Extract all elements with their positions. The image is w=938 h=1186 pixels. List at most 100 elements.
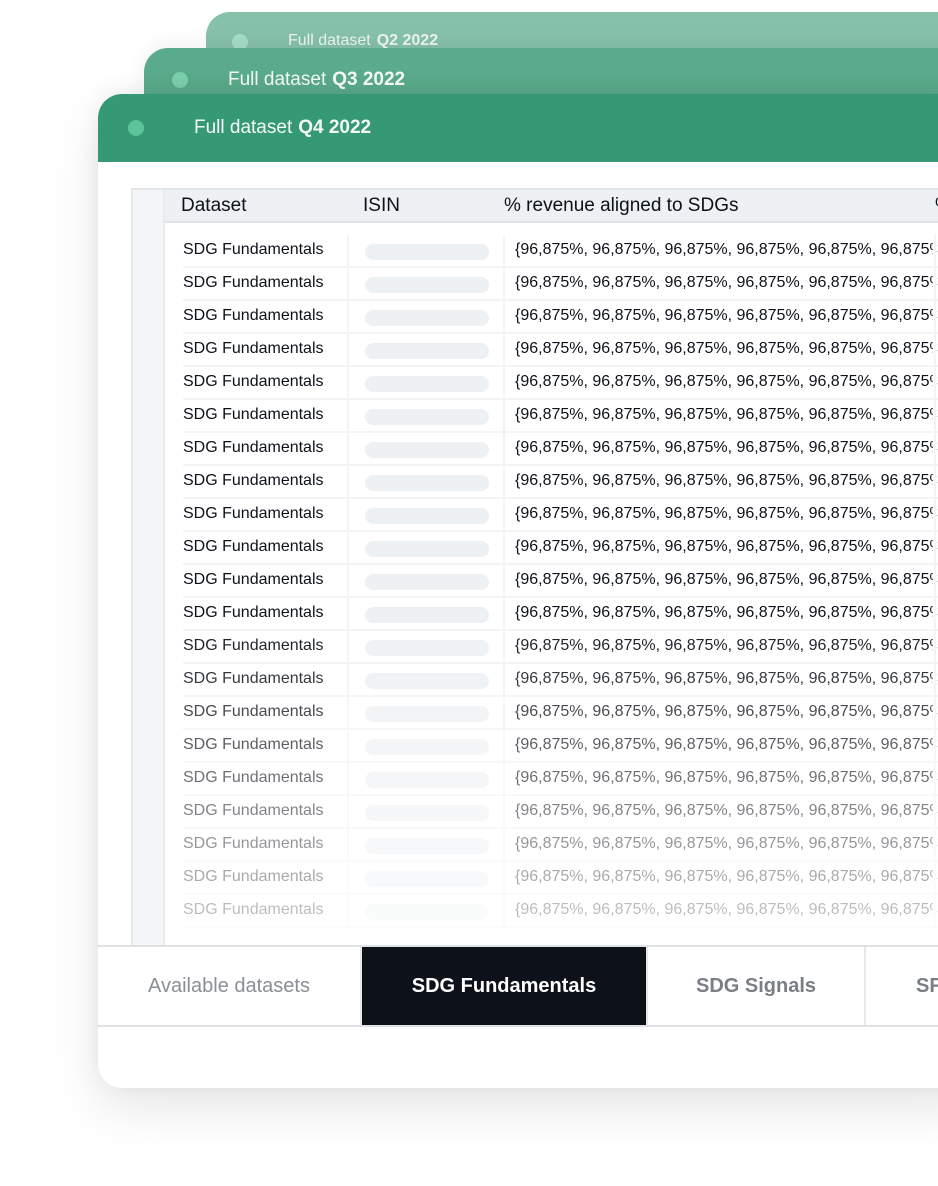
table-row[interactable]: SDG Fundamentals {96,875%, 96,875%, 96,87… (183, 697, 938, 730)
column-divider (934, 334, 936, 365)
column-divider (934, 895, 936, 926)
column-divider (934, 631, 936, 662)
column-divider (934, 598, 936, 629)
column-divider (347, 730, 349, 761)
tab-available-datasets[interactable]: Available datasets (98, 947, 362, 1025)
column-divider (503, 367, 505, 398)
column-divider (934, 235, 936, 266)
table-row[interactable]: SDG Fundamentals {96,875%, 96,875%, 96,87… (183, 433, 938, 466)
table-row[interactable]: SDG Fundamentals {96,875%, 96,875%, 96,87… (183, 367, 938, 400)
column-divider (503, 499, 505, 530)
isin-placeholder (365, 739, 489, 755)
column-divider (934, 697, 936, 728)
cell-revenue: {96,875%, 96,875%, 96,875%, 96,875%, 96,… (515, 868, 933, 885)
cell-dataset: SDG Fundamentals (183, 406, 324, 423)
cell-dataset: SDG Fundamentals (183, 604, 324, 621)
column-divider (934, 664, 936, 695)
cell-dataset: SDG Fundamentals (183, 538, 324, 555)
tab-sdg-signals[interactable]: SDG Signals (648, 947, 866, 1025)
table-row[interactable]: SDG Fundamentals {96,875%, 96,875%, 96,87… (183, 268, 938, 301)
column-divider (503, 664, 505, 695)
cell-dataset: SDG Fundamentals (183, 835, 324, 852)
column-divider (347, 268, 349, 299)
isin-placeholder (365, 838, 489, 854)
column-divider (503, 433, 505, 464)
cell-dataset: SDG Fundamentals (183, 241, 324, 258)
cell-revenue: {96,875%, 96,875%, 96,875%, 96,875%, 96,… (515, 439, 933, 456)
table-row[interactable]: SDG Fundamentals {96,875%, 96,875%, 96,87… (183, 895, 938, 928)
table-row[interactable]: SDG Fundamentals {96,875%, 96,875%, 96,87… (183, 532, 938, 565)
column-divider (503, 301, 505, 332)
tab-sdg-fundamentals[interactable]: SDG Fundamentals (362, 947, 648, 1025)
isin-placeholder (365, 244, 489, 260)
status-dot-icon (128, 120, 144, 136)
status-dot-icon (172, 72, 188, 88)
cell-dataset: SDG Fundamentals (183, 703, 324, 720)
column-divider (347, 664, 349, 695)
table-row[interactable]: SDG Fundamentals {96,875%, 96,875%, 96,87… (183, 763, 938, 796)
cell-revenue: {96,875%, 96,875%, 96,875%, 96,875%, 96,… (515, 373, 933, 390)
cell-revenue: {96,875%, 96,875%, 96,875%, 96,875%, 96,… (515, 637, 933, 654)
column-divider (347, 598, 349, 629)
table-row[interactable]: SDG Fundamentals {96,875%, 96,875%, 96,87… (183, 796, 938, 829)
column-divider (347, 400, 349, 431)
isin-placeholder (365, 607, 489, 623)
column-divider (503, 829, 505, 860)
cell-dataset: SDG Fundamentals (183, 340, 324, 357)
column-header-dataset[interactable]: Dataset (181, 195, 246, 217)
cell-dataset: SDG Fundamentals (183, 670, 324, 687)
table-row[interactable]: SDG Fundamentals {96,875%, 96,875%, 96,87… (183, 334, 938, 367)
column-divider (934, 796, 936, 827)
cell-revenue: {96,875%, 96,875%, 96,875%, 96,875%, 96,… (515, 307, 933, 324)
isin-placeholder (365, 376, 489, 392)
table-row[interactable]: SDG Fundamentals {96,875%, 96,875%, 96,87… (183, 862, 938, 895)
cell-revenue: {96,875%, 96,875%, 96,875%, 96,875%, 96,… (515, 505, 933, 522)
column-divider (347, 367, 349, 398)
column-divider (503, 895, 505, 926)
column-divider (934, 433, 936, 464)
column-divider (347, 499, 349, 530)
column-divider (347, 532, 349, 563)
column-divider (934, 400, 936, 431)
window-title: Full dataset Q4 2022 (194, 117, 372, 138)
table-row[interactable]: SDG Fundamentals {96,875%, 96,875%, 96,87… (183, 730, 938, 763)
column-divider (347, 796, 349, 827)
table-row[interactable]: SDG Fundamentals {96,875%, 96,875%, 96,87… (183, 400, 938, 433)
isin-placeholder (365, 673, 489, 689)
cell-revenue: {96,875%, 96,875%, 96,875%, 96,875%, 96,… (515, 274, 933, 291)
column-divider (503, 235, 505, 266)
column-divider (347, 763, 349, 794)
cell-dataset: SDG Fundamentals (183, 373, 324, 390)
isin-placeholder (365, 772, 489, 788)
row-gutter (133, 190, 165, 946)
table-row[interactable]: SDG Fundamentals {96,875%, 96,875%, 96,87… (183, 664, 938, 697)
table-row[interactable]: SDG Fundamentals {96,875%, 96,875%, 96,87… (183, 598, 938, 631)
column-divider (347, 829, 349, 860)
cell-revenue: {96,875%, 96,875%, 96,875%, 96,875%, 96,… (515, 604, 933, 621)
column-divider (347, 697, 349, 728)
table-row[interactable]: SDG Fundamentals {96,875%, 96,875%, 96,87… (183, 301, 938, 334)
table-header: Dataset ISIN % revenue aligned to SDGs % (165, 190, 938, 223)
table-row[interactable]: SDG Fundamentals {96,875%, 96,875%, 96,87… (183, 466, 938, 499)
window-q4: Full dataset Q4 2022 Dataset ISIN % reven… (98, 94, 938, 1088)
column-divider (347, 466, 349, 497)
column-divider (503, 532, 505, 563)
cell-dataset: SDG Fundamentals (183, 637, 324, 654)
column-header-revenue[interactable]: % revenue aligned to SDGs (504, 195, 738, 217)
table-row[interactable]: SDG Fundamentals {96,875%, 96,875%, 96,87… (183, 829, 938, 862)
cell-dataset: SDG Fundamentals (183, 571, 324, 588)
column-header-isin[interactable]: ISIN (363, 195, 400, 217)
isin-placeholder (365, 508, 489, 524)
table-row[interactable]: SDG Fundamentals {96,875%, 96,875%, 96,87… (183, 565, 938, 598)
tab-sfdr[interactable]: SFDR (866, 947, 938, 1025)
isin-placeholder (365, 871, 489, 887)
cell-dataset: SDG Fundamentals (183, 736, 324, 753)
table-row[interactable]: SDG Fundamentals {96,875%, 96,875%, 96,87… (183, 499, 938, 532)
column-divider (347, 433, 349, 464)
column-divider (934, 565, 936, 596)
window-title: Full dataset Q3 2022 (228, 69, 406, 90)
table-row[interactable]: SDG Fundamentals {96,875%, 96,875%, 96,87… (183, 631, 938, 664)
table-row[interactable]: SDG Fundamentals {96,875%, 96,875%, 96,87… (183, 235, 938, 268)
column-divider (934, 730, 936, 761)
cell-revenue: {96,875%, 96,875%, 96,875%, 96,875%, 96,… (515, 406, 933, 423)
